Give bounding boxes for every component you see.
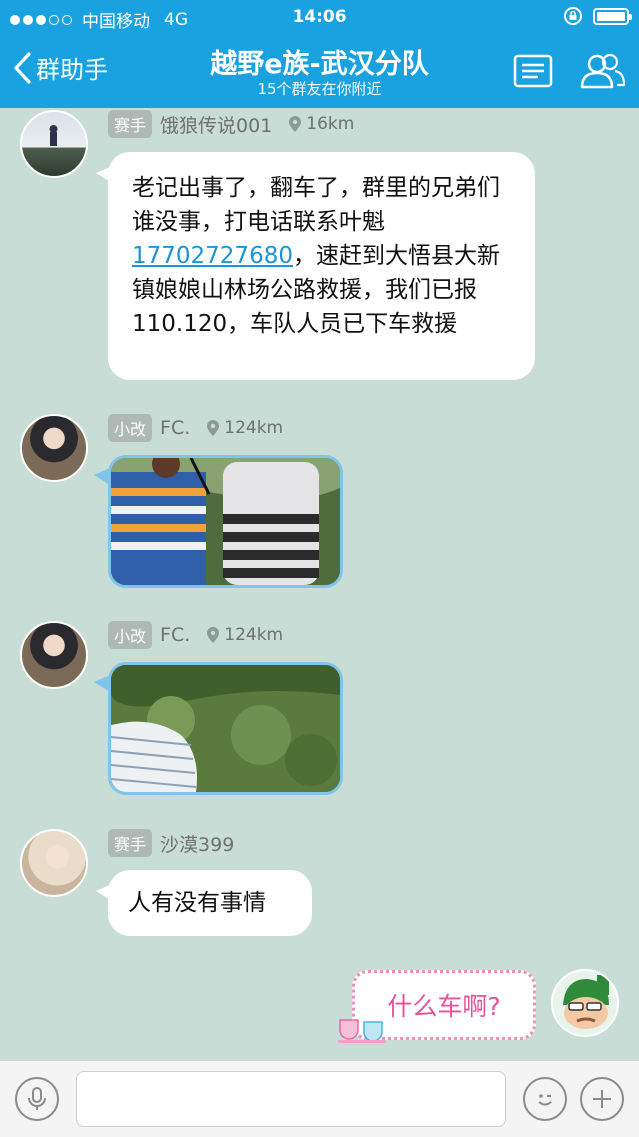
members-button[interactable] [579,52,627,94]
message-bubble[interactable]: 人有没有事情 [96,870,312,936]
plus-icon [593,1090,611,1108]
status-bar: 中国移动 4G 14:06 [0,0,639,36]
distance: 16km [288,114,354,134]
sender-name: FC. [160,417,191,439]
teacups-decoration-icon [338,1019,386,1043]
voice-button[interactable] [15,1077,59,1121]
members-icon [580,53,626,89]
clock: 14:06 [292,7,347,27]
more-button[interactable] [580,1077,624,1121]
message-meta: 小改 FC. 124km [108,621,283,649]
photo [111,665,340,792]
message-text: 人有没有事情 [128,890,266,916]
message-text: 老记出事了，翻车了，群里的兄弟们谁没事，打电话联系叶魁 [132,175,500,235]
location-pin-icon [207,627,220,643]
battery-icon [593,7,632,25]
distance: 124km [206,625,283,645]
message-meta: 赛手 沙漠399 [108,829,250,857]
sender-name: 饿狼传说001 [160,114,273,137]
role-badge: 小改 [108,414,153,442]
microphone-icon [28,1087,46,1110]
group-info-button[interactable] [513,54,553,92]
message-meta: 赛手 饿狼传说001 16km [108,110,354,138]
my-avatar[interactable] [551,969,619,1037]
location-pin-icon [207,420,220,436]
photo [111,458,340,585]
message-bubble[interactable]: 老记出事了，翻车了，群里的兄弟们谁没事，打电话联系叶魁17702727680，速… [96,152,535,380]
avatar[interactable] [20,110,88,178]
input-bar [0,1060,639,1137]
role-badge: 小改 [108,621,153,649]
phone-link[interactable]: 17702727680 [132,243,293,269]
nav-bar: 群助手 越野e族-武汉分队 15个群友在你附近 [0,36,639,108]
location-pin-icon [289,116,302,132]
avatar[interactable] [20,621,88,689]
cartoon-face-icon [563,975,609,1029]
message-meta: 小改 FC. 124km [108,414,283,442]
distance-value: 16km [306,114,355,134]
avatar[interactable] [20,414,88,482]
role-badge: 赛手 [108,829,153,857]
message-input[interactable] [76,1071,506,1127]
rotation-lock-icon [564,7,582,25]
sender-name: 沙漠399 [160,833,235,856]
avatar[interactable] [20,829,88,897]
distance-value: 124km [224,418,284,438]
sticker-text: 什么车啊? [387,992,501,1021]
distance-value: 124km [224,625,284,645]
emoji-icon [538,1094,552,1106]
image-message[interactable] [108,662,343,795]
menu-icon [513,54,553,88]
image-message[interactable] [108,455,343,588]
role-badge: 赛手 [108,110,153,138]
emoji-button[interactable] [523,1077,567,1121]
distance: 124km [206,418,283,438]
sender-name: FC. [160,624,191,646]
